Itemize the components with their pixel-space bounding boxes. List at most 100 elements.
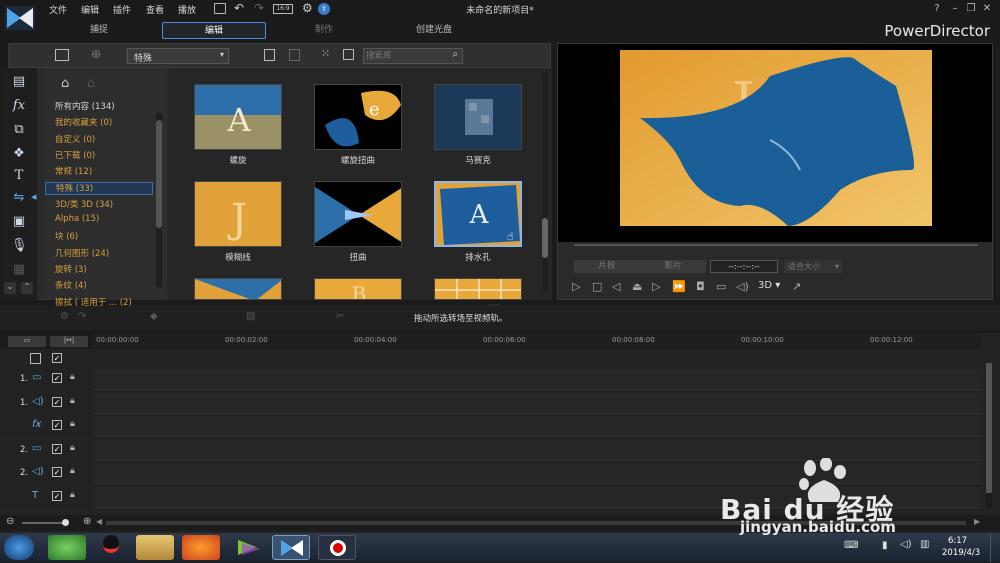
transition-thumb-spiral-twist[interactable]: e — [314, 84, 402, 150]
add-tag-icon[interactable]: ⌂ — [61, 76, 69, 91]
tab-produce[interactable]: 制作 — [280, 22, 368, 39]
category-item[interactable]: 自定义 (0) — [55, 133, 95, 145]
category-item[interactable]: 我的收藏夹 (0) — [55, 116, 112, 128]
transition-thumb-spiral[interactable]: A — [194, 84, 282, 150]
lock-icon[interactable]: 🔒︎ — [70, 396, 75, 406]
category-item[interactable]: 旋转 (3) — [55, 263, 87, 275]
category-item[interactable]: 已下载 (0) — [55, 149, 95, 161]
restore-button[interactable]: ❐ — [964, 2, 978, 16]
fit-view-icon[interactable] — [343, 49, 354, 60]
fast-forward-icon[interactable]: ⏩ — [672, 280, 686, 293]
previous-frame-icon[interactable]: ◁ — [612, 280, 620, 293]
battery-icon[interactable]: ▮ — [882, 540, 888, 551]
category-item[interactable]: 条纹 (4) — [55, 279, 87, 291]
transition-thumb-row3-1[interactable] — [194, 278, 282, 300]
rail-down-icon[interactable]: ⌄ — [4, 282, 16, 294]
split-icon[interactable]: ⏏ — [632, 280, 642, 293]
zoom-out-icon[interactable]: ⊖ — [6, 516, 14, 527]
transition-thumb-distort[interactable] — [314, 181, 402, 247]
title-room-icon[interactable]: T — [11, 168, 27, 184]
split-clip-icon[interactable]: ✂ — [336, 311, 344, 322]
show-desktop-button[interactable] — [990, 533, 1000, 562]
taskbar-qq-icon[interactable] — [92, 535, 130, 560]
preview-scrubber-bar[interactable] — [574, 244, 978, 246]
audio-mix-room-icon[interactable]: ▣ — [11, 214, 27, 230]
import-media-icon[interactable] — [55, 49, 69, 61]
stop-icon[interactable]: □ — [592, 280, 602, 293]
lock-icon[interactable]: 🔒︎ — [70, 443, 75, 453]
display-icon[interactable]: ▭ — [716, 280, 726, 293]
timecode-field[interactable]: --:--:--:-- — [710, 260, 778, 273]
lock-icon[interactable]: 🔒︎ — [70, 419, 75, 429]
track-enable-checkbox[interactable]: ✓ — [52, 420, 62, 430]
chapter-room-icon[interactable]: ▦ — [11, 262, 27, 278]
network-icon[interactable]: ▥ — [920, 539, 929, 550]
mode-3d-button[interactable]: 3D ▾ — [758, 280, 780, 291]
zoom-in-icon[interactable]: ⊕ — [83, 516, 91, 527]
help-icon[interactable]: ? — [930, 2, 944, 16]
voice-over-icon[interactable]: 🎙 — [11, 238, 28, 254]
transition-thumb-row3-3[interactable] — [434, 278, 522, 300]
media-room-icon[interactable]: ▤ — [11, 74, 27, 90]
clock-date[interactable]: 2019/4/3 — [942, 548, 980, 558]
transition-room-icon[interactable]: ⇋ — [11, 190, 27, 206]
taskbar-video-editor-icon[interactable] — [228, 535, 266, 560]
category-scroll-thumb[interactable] — [156, 120, 162, 228]
minimize-button[interactable]: – — [948, 2, 962, 16]
timeline-track[interactable] — [94, 392, 982, 414]
tab-capture[interactable]: 捕捉 — [54, 22, 144, 39]
modify-icon[interactable]: ⚙ — [60, 311, 69, 322]
lock-icon[interactable]: 🔒︎ — [70, 372, 75, 382]
start-button[interactable] — [4, 535, 34, 560]
particle-room-icon[interactable]: ❖ — [11, 146, 27, 162]
keyframe-icon[interactable]: ◆ — [150, 311, 158, 322]
track-enable-checkbox[interactable]: ✓ — [52, 467, 62, 477]
transition-thumb-row3-2[interactable]: B — [314, 278, 402, 300]
snapshot-icon[interactable]: ◘ — [696, 280, 705, 293]
track-enable-checkbox[interactable]: ✓ — [52, 396, 62, 407]
keyboard-icon[interactable]: ⌨ — [844, 540, 858, 551]
timeline-track[interactable] — [94, 416, 982, 437]
category-item[interactable]: 特殊 (33) — [45, 181, 153, 195]
next-frame-icon[interactable]: ▷ — [652, 280, 660, 293]
zoom-select[interactable]: 适合大小 ▾ — [784, 260, 842, 273]
track-enable-checkbox[interactable]: ✓ — [52, 443, 62, 454]
volume-tray-icon[interactable]: ◁) — [900, 539, 912, 550]
pip-room-icon[interactable]: ⧉ — [11, 122, 27, 138]
search-icon[interactable]: ⌕ — [452, 49, 458, 60]
enable-all-checkbox[interactable]: ✓ — [52, 353, 62, 363]
track-manager-button[interactable]: ▭ — [8, 336, 46, 347]
globe-icon[interactable]: ⊕ — [91, 47, 101, 61]
category-filter-select[interactable]: 特殊 ▾ — [127, 48, 229, 64]
favorite-item-icon[interactable] — [289, 49, 300, 61]
lock-icon[interactable]: 🔒︎ — [70, 490, 75, 500]
undock-icon[interactable]: ↗ — [792, 280, 801, 293]
trim-icon[interactable]: ↷ — [78, 311, 86, 322]
fx-room-icon[interactable]: fx — [11, 98, 27, 114]
taskbar-powerdirector-icon[interactable] — [272, 535, 310, 560]
remove-tag-icon[interactable]: ⌂ — [87, 76, 95, 91]
close-button[interactable]: ✕ — [980, 2, 994, 16]
timeline-scroll-thumb[interactable] — [986, 363, 992, 493]
select-all-checkbox[interactable] — [30, 353, 41, 364]
search-box[interactable]: ⌕ — [363, 48, 463, 64]
taskbar-firefox-icon[interactable] — [182, 535, 220, 560]
timeline-ruler[interactable]: 00:00:00:00 00:00:02:00 00:00:04:00 00:00:0… — [94, 333, 982, 349]
category-item[interactable]: 所有内容 (134) — [55, 100, 115, 112]
rail-up-icon[interactable]: ⌃ — [21, 282, 33, 294]
grid-scroll-thumb[interactable] — [542, 218, 548, 258]
movie-mode-button[interactable]: 影片 — [640, 260, 706, 273]
tab-edit[interactable]: 编辑 — [162, 22, 266, 39]
taskbar-explorer-icon[interactable] — [136, 535, 174, 560]
scroll-left-icon[interactable]: ◀ — [96, 517, 102, 526]
fit-timeline-button[interactable]: |↔| — [50, 336, 88, 347]
scroll-right-icon[interactable]: ▶ — [974, 517, 980, 526]
timeline-track[interactable] — [94, 369, 982, 390]
category-item[interactable]: 几何图形 (24) — [55, 247, 109, 259]
search-input[interactable] — [366, 50, 444, 62]
category-item[interactable]: 常规 (12) — [55, 165, 92, 177]
tab-create-disc[interactable]: 创建光盘 — [386, 22, 482, 39]
clip-mode-button[interactable]: 片段 — [574, 260, 640, 273]
clock-time[interactable]: 6:17 — [948, 536, 967, 546]
category-item[interactable]: 块 (6) — [55, 230, 78, 242]
